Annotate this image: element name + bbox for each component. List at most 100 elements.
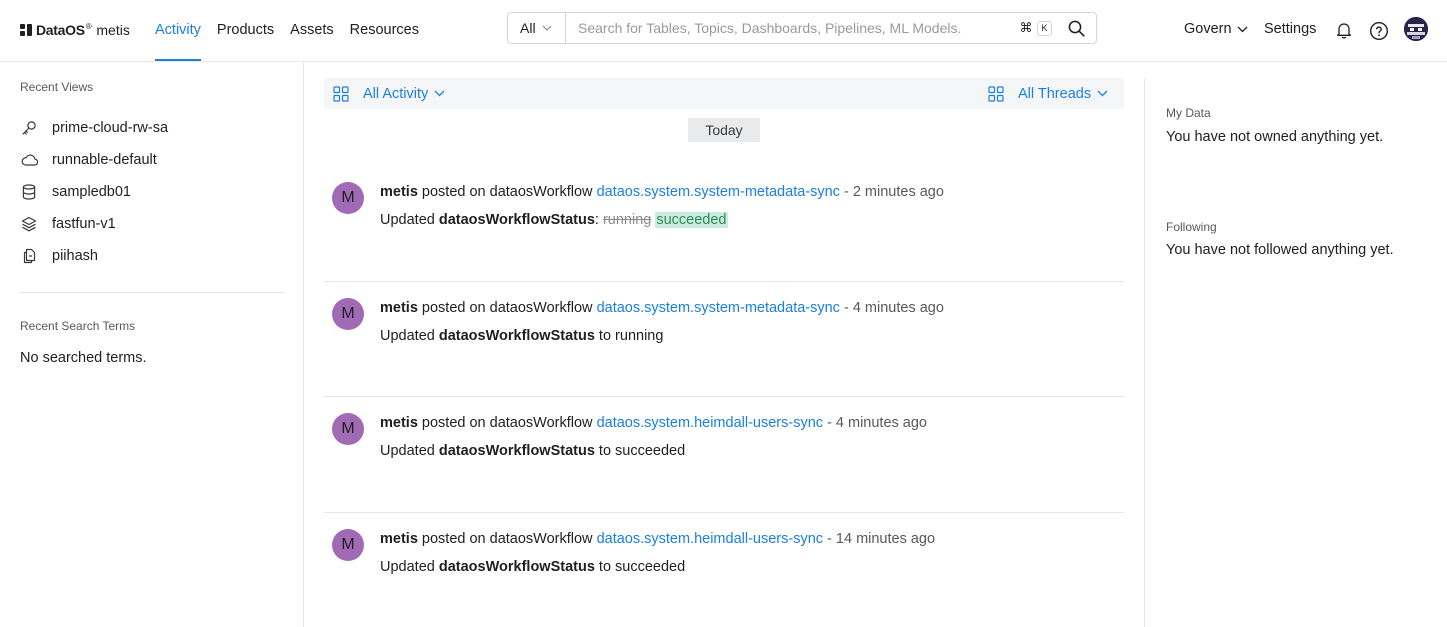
feed-action-text: posted on dataosWorkflow	[421, 184, 593, 200]
update-prefix: Updated	[380, 443, 435, 459]
updated-field-name: dataosWorkflowStatus	[438, 212, 595, 228]
govern-menu[interactable]: Govern	[1184, 21, 1248, 37]
date-divider-today: Today	[688, 118, 760, 142]
author-name[interactable]: metis	[380, 300, 418, 316]
author-name[interactable]: metis	[380, 184, 418, 200]
author-name[interactable]: metis	[380, 415, 418, 431]
main-nav: Activity Products Assets Resources	[155, 0, 435, 62]
update-connector: to	[598, 558, 612, 575]
grid-icon	[333, 85, 349, 102]
new-value: succeeded	[615, 443, 686, 459]
sidebar-divider	[20, 292, 284, 293]
entity-link[interactable]: dataos.system.system-metadata-sync	[597, 184, 840, 200]
entity-link[interactable]: dataos.system.heimdall-users-sync	[597, 531, 823, 547]
logo-brand: DataOS®	[36, 22, 92, 38]
updated-field-name: dataosWorkflowStatus	[438, 443, 595, 459]
recent-views-label: Recent Views	[20, 80, 94, 94]
author-name[interactable]: metis	[380, 531, 418, 547]
logo-product-name: metis	[96, 22, 130, 38]
recent-view-item[interactable]: piihash	[20, 240, 284, 272]
feed-item: M metis posted on dataosWorkflow dataos.…	[324, 513, 1124, 627]
new-value: running	[615, 327, 664, 344]
feed-action-text: posted on dataosWorkflow	[421, 530, 593, 547]
nav-resources[interactable]: Resources	[350, 0, 419, 62]
shortcut-cmd-key: ⌘	[1019, 20, 1033, 35]
feed-action-text: posted on dataosWorkflow	[421, 299, 593, 316]
database-icon	[20, 183, 38, 201]
author-avatar[interactable]: M	[332, 297, 364, 330]
update-connector: to	[598, 327, 612, 344]
no-search-terms-message: No searched terms.	[20, 350, 147, 366]
app-logo[interactable]: DataOS® metis	[20, 21, 130, 39]
feed-item-header: metis posted on dataosWorkflow dataos.sy…	[380, 531, 935, 547]
author-avatar[interactable]: M	[332, 528, 364, 561]
author-avatar[interactable]: M	[332, 182, 364, 214]
feed-action-text: posted on dataosWorkflow	[421, 415, 593, 431]
search-scope-select[interactable]: All	[508, 13, 566, 43]
activity-feed-list: M metis posted on dataosWorkflow dataos.…	[324, 166, 1124, 627]
feed-timestamp: 14 minutes ago	[835, 530, 936, 547]
recent-view-item[interactable]: runnable-default	[20, 144, 284, 176]
my-data-label: My Data	[1166, 106, 1211, 120]
new-value: succeeded	[655, 212, 728, 228]
update-prefix: Updated	[380, 327, 435, 344]
search-icon[interactable]	[1066, 18, 1086, 38]
updated-field-name: dataosWorkflowStatus	[438, 558, 595, 575]
cloud-icon	[20, 151, 38, 169]
update-prefix: Updated	[380, 212, 435, 228]
bell-icon[interactable]	[1335, 21, 1353, 39]
settings-link[interactable]: Settings	[1264, 21, 1316, 37]
my-data-empty-message: You have not owned anything yet.	[1166, 129, 1384, 145]
feed-item-header: metis posted on dataosWorkflow dataos.sy…	[380, 184, 944, 200]
user-avatar[interactable]	[1404, 17, 1428, 41]
all-threads-label: All Threads	[1018, 85, 1092, 102]
feed-item: M metis posted on dataosWorkflow dataos.…	[324, 166, 1124, 282]
nav-products[interactable]: Products	[217, 0, 274, 62]
recent-view-label: piihash	[52, 248, 98, 264]
govern-label: Govern	[1184, 21, 1232, 37]
shortcut-k-key: K	[1037, 20, 1052, 36]
grid-icon	[988, 85, 1004, 102]
feed-item: M metis posted on dataosWorkflow dataos.…	[324, 282, 1124, 397]
right-panel: My Data You have not owned anything yet.…	[1144, 78, 1447, 627]
all-activity-filter[interactable]: All Activity	[333, 78, 445, 109]
recent-view-item[interactable]: prime-cloud-rw-sa	[20, 112, 284, 144]
chevron-down-icon	[542, 25, 551, 31]
feed-item-body: Updated dataosWorkflowStatus to succeede…	[380, 559, 685, 575]
nav-activity[interactable]: Activity	[155, 0, 201, 62]
recent-view-item[interactable]: sampledb01	[20, 176, 284, 208]
all-threads-filter[interactable]: All Threads	[988, 78, 1108, 109]
recent-view-label: fastfun-v1	[52, 216, 116, 232]
nav-assets[interactable]: Assets	[290, 0, 334, 62]
feed-separator: -	[839, 299, 853, 316]
feed-timestamp: 4 minutes ago	[852, 299, 944, 316]
recent-view-item[interactable]: fastfun-v1	[20, 208, 284, 240]
feed-item-body: Updated dataosWorkflowStatus: running su…	[380, 212, 728, 228]
dataos-logo-icon	[20, 23, 33, 37]
file-copy-icon	[20, 247, 38, 265]
recent-search-terms-label: Recent Search Terms	[20, 319, 136, 333]
feed-filter-bar: All Activity All Threads	[324, 78, 1124, 109]
search-input[interactable]	[566, 13, 1019, 43]
feed-separator: -	[823, 415, 836, 431]
help-icon[interactable]	[1369, 21, 1389, 41]
layers-icon	[20, 215, 38, 233]
feed-item-body: Updated dataosWorkflowStatus to running	[380, 328, 663, 344]
following-label: Following	[1166, 220, 1217, 234]
chevron-down-icon	[1097, 90, 1108, 97]
updated-field-name: dataosWorkflowStatus	[438, 327, 595, 344]
entity-link[interactable]: dataos.system.system-metadata-sync	[597, 300, 840, 316]
author-avatar[interactable]: M	[332, 413, 364, 445]
entity-link[interactable]: dataos.system.heimdall-users-sync	[597, 415, 823, 431]
all-activity-label: All Activity	[363, 85, 429, 102]
feed-timestamp: 4 minutes ago	[835, 415, 927, 431]
feed-item-header: metis posted on dataosWorkflow dataos.sy…	[380, 300, 944, 316]
feed-item-header: metis posted on dataosWorkflow dataos.sy…	[380, 415, 927, 431]
field-colon: :	[594, 212, 599, 228]
feed-separator: -	[839, 184, 853, 200]
feed-item-body: Updated dataosWorkflowStatus to succeede…	[380, 443, 685, 459]
key-icon	[20, 119, 38, 137]
recent-view-label: runnable-default	[52, 152, 157, 168]
new-value: succeeded	[615, 558, 686, 575]
left-sidebar: Recent Views prime-cloud-rw-sa runnable-…	[0, 62, 304, 627]
